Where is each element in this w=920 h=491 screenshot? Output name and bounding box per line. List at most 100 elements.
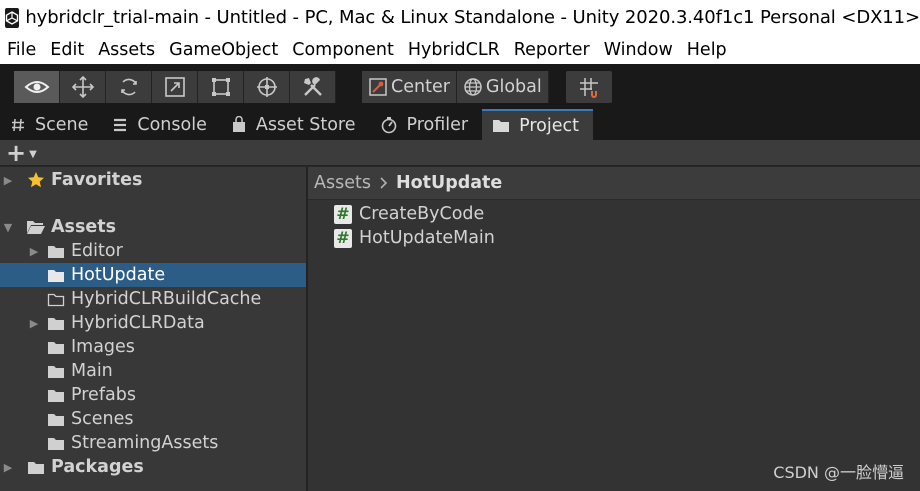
tree-item-label: HotUpdate bbox=[71, 265, 166, 285]
pivot-group: Center Global bbox=[362, 71, 549, 103]
tree-item-hotupdate[interactable]: HotUpdate bbox=[0, 263, 306, 287]
pivot-center-icon bbox=[369, 78, 387, 96]
tree-item-label: Images bbox=[71, 337, 135, 357]
scale-icon bbox=[164, 77, 185, 97]
tree-item-label: HybridCLRData bbox=[71, 313, 205, 333]
window-title-bar: hybridclr_trial-main - Untitled - PC, Ma… bbox=[0, 0, 920, 35]
tab-project-label: Project bbox=[519, 115, 579, 136]
grid-snap-icon bbox=[580, 78, 598, 98]
tree-item-label: Prefabs bbox=[71, 385, 136, 405]
tree-item-favorites[interactable]: ▶ Favorites bbox=[0, 168, 306, 192]
tree-item-label: StreamingAssets bbox=[71, 433, 219, 453]
pivot-mode-label: Center bbox=[391, 77, 450, 97]
expand-arrow-icon[interactable]: ▶ bbox=[2, 461, 14, 474]
transform-tool-button[interactable] bbox=[244, 71, 290, 103]
window-title: hybridclr_trial-main - Untitled - PC, Ma… bbox=[25, 7, 920, 28]
move-arrows-icon bbox=[71, 75, 94, 99]
transform-icon bbox=[256, 77, 277, 97]
menu-gameobject[interactable]: GameObject bbox=[169, 40, 278, 60]
menu-edit[interactable]: Edit bbox=[50, 40, 84, 60]
tools-icon bbox=[303, 77, 322, 96]
menu-file[interactable]: File bbox=[7, 40, 36, 60]
tree-item-label: Packages bbox=[51, 457, 144, 477]
menu-assets[interactable]: Assets bbox=[98, 40, 155, 60]
tree-item-assets[interactable]: ▼ Assets bbox=[0, 215, 306, 239]
scale-tool-button[interactable] bbox=[152, 71, 198, 103]
tree-item-label: Main bbox=[71, 361, 113, 381]
csharp-script-icon: # bbox=[334, 228, 352, 248]
folder-icon bbox=[46, 435, 66, 451]
globe-icon bbox=[464, 78, 482, 96]
tree-item-label: Favorites bbox=[51, 170, 143, 190]
rect-tool-button[interactable] bbox=[198, 71, 244, 103]
grid-snap-button[interactable] bbox=[566, 71, 612, 103]
hash-icon bbox=[10, 117, 26, 133]
menu-reporter[interactable]: Reporter bbox=[514, 40, 590, 60]
breadcrumb-hotupdate[interactable]: HotUpdate bbox=[396, 173, 502, 193]
menu-help[interactable]: Help bbox=[687, 40, 727, 60]
tree-item-label: HybridCLRBuildCache bbox=[71, 289, 262, 309]
tree-item-images[interactable]: Images bbox=[0, 335, 306, 359]
console-icon bbox=[112, 117, 128, 133]
breadcrumb-assets[interactable]: Assets bbox=[314, 173, 371, 193]
folder-icon bbox=[46, 411, 66, 427]
folder-icon bbox=[46, 339, 66, 355]
tree-item-hybridclrdata[interactable]: ▶ HybridCLRData bbox=[0, 311, 306, 335]
rotate-tool-button[interactable] bbox=[106, 71, 152, 103]
move-tool-button[interactable] bbox=[60, 71, 106, 103]
tab-scene[interactable]: Scene bbox=[0, 109, 102, 140]
tab-profiler-label: Profiler bbox=[406, 114, 469, 135]
plus-icon: + bbox=[6, 139, 27, 167]
folder-icon bbox=[492, 118, 510, 133]
tree-item-main[interactable]: Main bbox=[0, 359, 306, 383]
tab-asset-store[interactable]: Asset Store bbox=[221, 109, 370, 140]
tree-item-packages[interactable]: ▶ Packages bbox=[0, 455, 306, 479]
tab-profiler[interactable]: Profiler bbox=[370, 109, 483, 140]
view-tool-button[interactable] bbox=[14, 71, 60, 103]
expand-arrow-icon[interactable]: ▶ bbox=[2, 174, 14, 187]
pivot-mode-button[interactable]: Center bbox=[362, 71, 457, 103]
folder-empty-icon bbox=[46, 291, 66, 307]
csharp-script-icon: # bbox=[334, 204, 352, 224]
tree-item-hybridclrbuildcache[interactable]: HybridCLRBuildCache bbox=[0, 287, 306, 311]
pivot-rotation-label: Global bbox=[485, 77, 542, 97]
folder-icon bbox=[26, 459, 46, 475]
project-folder-tree: ▶ Favorites ▼ Assets ▶ Editor HotUpdate … bbox=[0, 167, 306, 491]
rotate-icon bbox=[120, 78, 137, 96]
menu-bar: File Edit Assets GameObject Component Hy… bbox=[0, 35, 920, 64]
tab-scene-label: Scene bbox=[35, 114, 89, 135]
dropdown-arrow-icon: ▼ bbox=[29, 149, 37, 160]
breadcrumb: Assets HotUpdate bbox=[308, 167, 920, 200]
menu-window[interactable]: Window bbox=[604, 40, 673, 60]
tree-item-label: Assets bbox=[51, 217, 117, 237]
file-item-createbycode[interactable]: # CreateByCode bbox=[334, 203, 484, 225]
tree-item-scenes[interactable]: Scenes bbox=[0, 407, 306, 431]
collapse-arrow-icon[interactable]: ▼ bbox=[2, 221, 14, 234]
main-toolbar: Center Global bbox=[0, 64, 920, 109]
menu-component[interactable]: Component bbox=[292, 40, 394, 60]
tab-asset-store-label: Asset Store bbox=[255, 114, 356, 135]
eye-icon bbox=[24, 81, 49, 93]
folder-icon bbox=[46, 315, 66, 331]
tree-item-editor[interactable]: ▶ Editor bbox=[0, 239, 306, 263]
file-item-hotupdatemain[interactable]: # HotUpdateMain bbox=[334, 227, 495, 249]
bag-icon bbox=[231, 116, 247, 133]
tree-item-label: Editor bbox=[71, 241, 123, 261]
folder-icon bbox=[46, 387, 66, 403]
tab-console[interactable]: Console bbox=[102, 109, 220, 140]
custom-tool-button[interactable] bbox=[290, 71, 336, 103]
pivot-rotation-button[interactable]: Global bbox=[456, 71, 549, 103]
tab-console-label: Console bbox=[137, 114, 207, 135]
create-button[interactable]: + ▼ bbox=[6, 139, 48, 167]
tree-item-label: Scenes bbox=[71, 409, 134, 429]
tab-project[interactable]: Project bbox=[482, 109, 593, 140]
tree-item-streamingassets[interactable]: StreamingAssets bbox=[0, 431, 306, 455]
folder-icon bbox=[46, 267, 66, 283]
menu-hybridclr[interactable]: HybridCLR bbox=[408, 40, 500, 60]
watermark-text: CSDN @一脸懵逼 bbox=[773, 463, 904, 482]
tree-item-prefabs[interactable]: Prefabs bbox=[0, 383, 306, 407]
expand-arrow-icon[interactable]: ▶ bbox=[28, 245, 40, 258]
expand-arrow-icon[interactable]: ▶ bbox=[28, 317, 40, 330]
folder-open-icon bbox=[26, 219, 46, 235]
editor-tab-bar: Scene Console Asset Store Profiler Proje… bbox=[0, 109, 920, 140]
